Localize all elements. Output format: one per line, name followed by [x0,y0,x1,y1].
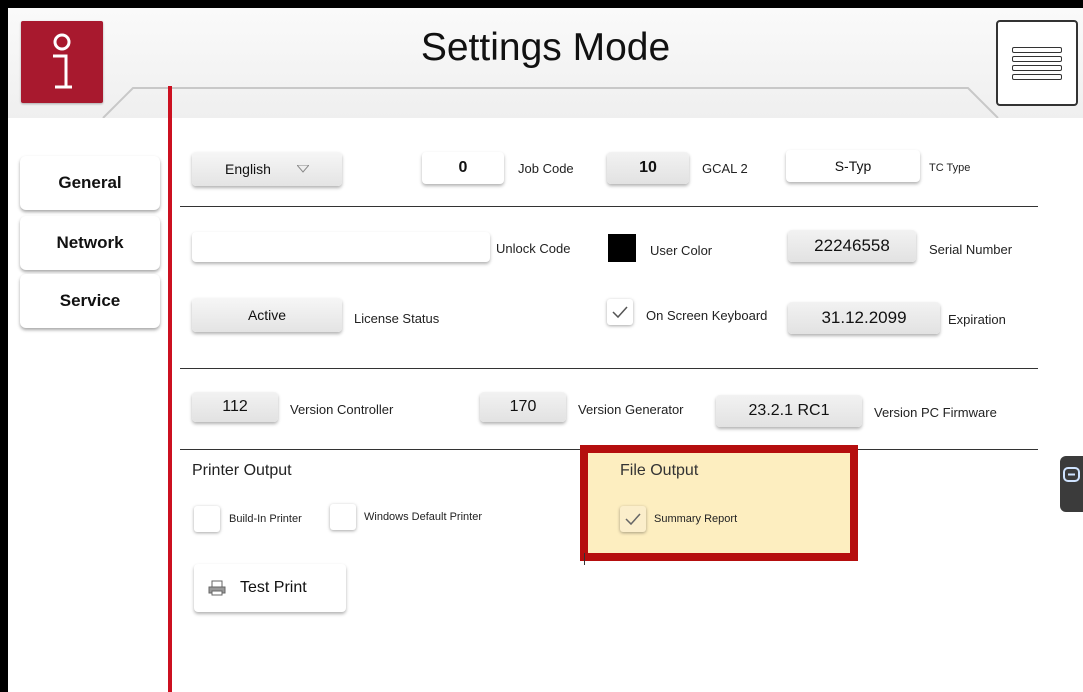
text-cursor [584,553,585,565]
tc-type-field[interactable]: S-Typ [786,150,920,182]
page-title: Settings Mode [420,26,671,69]
gcal-label: GCAL 2 [702,161,748,176]
user-color-label: User Color [650,243,713,258]
expiration-field: 31.12.2099 [788,302,940,334]
hamburger-line [1012,73,1062,80]
expiration-label: Expiration [948,312,1006,327]
hamburger-line [1012,64,1062,71]
version-firmware-label: Version PC Firmware [874,405,997,420]
checkmark-icon [612,306,628,319]
test-print-label: Test Print [240,579,307,596]
printer-output-title: Printer Output [192,462,292,479]
summary-report-label: Summary Report [654,513,738,525]
expand-icon [1063,467,1080,482]
divider [180,368,1038,369]
checkmark-icon [625,513,641,526]
unlock-code-label: Unlock Code [496,241,571,256]
sidebar-item-network[interactable]: Network [20,216,160,270]
unlock-code-input[interactable] [192,232,490,262]
summary-report-checkbox[interactable] [620,506,646,532]
sidebar-item-service[interactable]: Service [20,274,160,328]
file-output-title: File Output [620,462,699,479]
version-controller-label: Version Controller [290,402,394,417]
version-firmware-field: 23.2.1 RC1 [716,395,862,427]
windows-default-printer-label: Windows Default Printer [364,511,482,523]
side-panel-tab[interactable] [1060,456,1083,512]
gcal-field[interactable]: 10 [607,152,689,184]
version-generator-field: 170 [480,392,566,422]
windows-default-printer-checkbox[interactable] [330,504,356,530]
license-status-field[interactable]: Active [192,298,342,332]
tc-type-label: TC Type [929,162,971,174]
printer-icon [208,580,226,596]
serial-number-field: 22246558 [788,230,916,262]
job-code-label: Job Code [518,161,574,176]
version-generator-label: Version Generator [578,402,684,417]
chevron-down-icon [296,165,309,173]
divider [180,206,1038,207]
serial-number-label: Serial Number [929,242,1013,257]
on-screen-keyboard-checkbox[interactable] [607,299,633,325]
license-status-label: License Status [354,311,440,326]
user-color-swatch[interactable] [608,234,636,262]
accent-divider [168,86,172,692]
menu-button[interactable] [996,20,1078,106]
build-in-printer-label: Build-In Printer [229,513,302,525]
build-in-printer-checkbox[interactable] [194,506,220,532]
language-value: English [225,161,271,177]
test-print-button[interactable]: Test Print [194,564,346,612]
hamburger-line [1012,55,1062,62]
sidebar-item-general[interactable]: General [20,156,160,210]
hamburger-icon [1012,46,1062,53]
app-window: Settings Mode General Network Service En… [8,8,1083,692]
job-code-field[interactable]: 0 [422,152,504,184]
version-controller-field: 112 [192,392,278,422]
language-select[interactable]: English [192,152,342,186]
on-screen-keyboard-label: On Screen Keyboard [646,308,768,323]
